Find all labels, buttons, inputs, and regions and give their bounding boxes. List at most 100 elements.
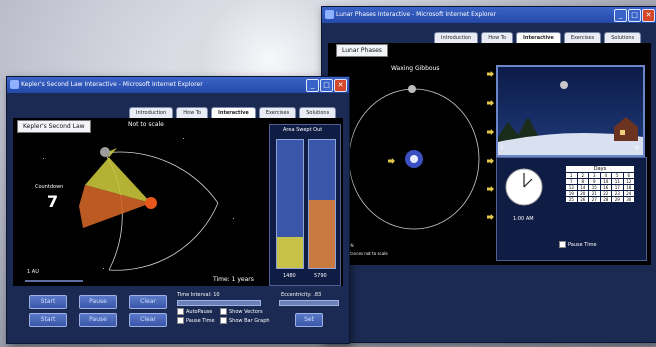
clock-icon[interactable] xyxy=(504,167,544,207)
pause-time-label: Pause Time xyxy=(186,318,215,324)
day-cell[interactable]: 9 xyxy=(589,179,600,184)
day-cell[interactable]: 20 xyxy=(577,191,588,196)
autopause-option[interactable]: AutoPause xyxy=(177,308,212,315)
start-button[interactable]: Start xyxy=(29,295,67,309)
day-cell[interactable]: 4 xyxy=(600,173,611,178)
horizon-view: E W xyxy=(496,65,645,157)
area-bar-right-fill xyxy=(309,200,335,268)
day-cell[interactable]: 29 xyxy=(612,197,623,202)
kepler-titlebar: Kepler's Second Law Interactive - Micros… xyxy=(7,77,349,93)
show-vectors-label: Show Vectors xyxy=(229,309,263,315)
tab-interactive[interactable]: Interactive xyxy=(211,107,256,118)
tab-exercises[interactable]: Exercises xyxy=(563,32,602,43)
clear-button[interactable]: Clear xyxy=(129,313,167,327)
pause-time-option[interactable]: Pause Time xyxy=(559,241,597,248)
area-swept-panel: Area Swept Out 1480 5790 xyxy=(269,124,341,286)
day-cell[interactable]: 28 xyxy=(600,197,611,202)
day-cell[interactable]: 11 xyxy=(612,179,623,184)
clear-button[interactable]: Clear xyxy=(129,295,167,309)
area-bar-left xyxy=(276,139,304,269)
pause-time-option[interactable]: Pause Time xyxy=(177,317,215,324)
compass-east: E xyxy=(501,145,504,150)
day-cell[interactable]: 13 xyxy=(566,185,577,190)
time-label: Time: 1 years xyxy=(213,276,254,283)
day-cell[interactable]: 3 xyxy=(589,173,600,178)
minimize-button[interactable]: _ xyxy=(614,9,627,22)
sky-moon-icon xyxy=(560,81,568,89)
kepler-controls: Start Pause Clear Start Pause Clear Time… xyxy=(13,289,343,339)
day-cell[interactable]: 6 xyxy=(623,173,634,178)
checkbox-icon[interactable] xyxy=(559,241,566,248)
moon-orbit-diagram xyxy=(334,85,480,230)
close-button[interactable]: ✕ xyxy=(334,79,347,92)
tab-introduction[interactable]: Introduction xyxy=(129,107,174,118)
area-panel-title: Area Swept Out xyxy=(283,127,323,133)
day-cell[interactable]: 25 xyxy=(566,197,577,202)
time-interval-slider[interactable] xyxy=(177,300,261,306)
show-vectors-option[interactable]: Show Vectors xyxy=(220,308,263,315)
maximize-button[interactable]: □ xyxy=(628,9,641,22)
tab-introduction[interactable]: Introduction xyxy=(434,32,479,43)
day-cell[interactable]: 2 xyxy=(577,173,588,178)
pause-button[interactable]: Pause xyxy=(79,313,117,327)
tab-interactive[interactable]: Interactive xyxy=(516,32,561,43)
close-button[interactable]: ✕ xyxy=(642,9,655,22)
compass-west: W xyxy=(635,145,639,150)
day-cell[interactable]: 26 xyxy=(577,197,588,202)
day-cell[interactable]: 5 xyxy=(612,173,623,178)
maximize-button[interactable]: □ xyxy=(320,79,333,92)
pause-time-label: Pause Time xyxy=(568,242,597,248)
day-cell[interactable]: 7 xyxy=(566,179,577,184)
lunar-tabs: Introduction How To Interactive Exercise… xyxy=(434,32,642,43)
day-cell[interactable]: 18 xyxy=(623,185,634,190)
day-cell[interactable]: 14 xyxy=(577,185,588,190)
checkbox-icon[interactable] xyxy=(220,308,227,315)
start-button[interactable]: Start xyxy=(29,313,67,327)
eccentricity-slider[interactable] xyxy=(279,300,339,306)
checkbox-icon[interactable] xyxy=(220,317,227,324)
tab-solutions[interactable]: Solutions xyxy=(299,107,337,118)
day-cell[interactable]: 30 xyxy=(623,197,634,202)
day-cell[interactable]: 1 xyxy=(566,173,577,178)
moon-icon xyxy=(408,85,416,93)
kepler-window: Kepler's Second Law Interactive - Micros… xyxy=(6,76,350,344)
day-cell[interactable]: 12 xyxy=(623,179,634,184)
planet-icon xyxy=(100,147,110,157)
day-cell[interactable]: 22 xyxy=(600,191,611,196)
tab-how-to[interactable]: How To xyxy=(481,32,514,43)
eccentricity-label: Eccentricity: .83 xyxy=(281,292,322,298)
tab-solutions[interactable]: Solutions xyxy=(604,32,642,43)
kepler-window-controls: _ □ ✕ xyxy=(306,79,347,92)
area-bar-right xyxy=(308,139,336,269)
set-eccentricity-button[interactable]: Set xyxy=(295,313,323,327)
lunar-controls-panel: 1:00 AM Days 1 2 3 4 5 6 7 8 9 10 11 12 … xyxy=(496,157,647,261)
browser-app-icon xyxy=(325,10,334,19)
day-cell[interactable]: 19 xyxy=(566,191,577,196)
day-cell[interactable]: 8 xyxy=(577,179,588,184)
sun-icon xyxy=(145,197,157,209)
scale-label: 1 AU xyxy=(27,269,39,275)
checkbox-icon[interactable] xyxy=(177,308,184,315)
pause-button[interactable]: Pause xyxy=(79,295,117,309)
day-cell[interactable]: 27 xyxy=(589,197,600,202)
area-left-value: 1480 xyxy=(283,273,296,279)
day-cell[interactable]: 16 xyxy=(600,185,611,190)
clock-time: 1:00 AM xyxy=(513,216,534,222)
days-title: Days xyxy=(566,166,634,172)
tab-how-to[interactable]: How To xyxy=(176,107,209,118)
show-bar-graph-option[interactable]: Show Bar Graph xyxy=(220,317,270,324)
day-cell[interactable]: 24 xyxy=(623,191,634,196)
day-cell[interactable]: 23 xyxy=(612,191,623,196)
day-cell[interactable]: 21 xyxy=(589,191,600,196)
days-calendar: Days 1 2 3 4 5 6 7 8 9 10 11 12 13 14 15 xyxy=(566,166,634,202)
checkbox-icon[interactable] xyxy=(177,317,184,324)
lunar-window-controls: _ □ ✕ xyxy=(614,9,655,22)
house-icon xyxy=(614,117,638,141)
days-grid: 1 2 3 4 5 6 7 8 9 10 11 12 13 14 15 16 1 xyxy=(566,173,634,202)
minimize-button[interactable]: _ xyxy=(306,79,319,92)
day-cell[interactable]: 15 xyxy=(589,185,600,190)
orbit-diagram xyxy=(25,147,219,282)
day-cell[interactable]: 17 xyxy=(612,185,623,190)
tab-exercises[interactable]: Exercises xyxy=(258,107,297,118)
day-cell[interactable]: 10 xyxy=(600,179,611,184)
